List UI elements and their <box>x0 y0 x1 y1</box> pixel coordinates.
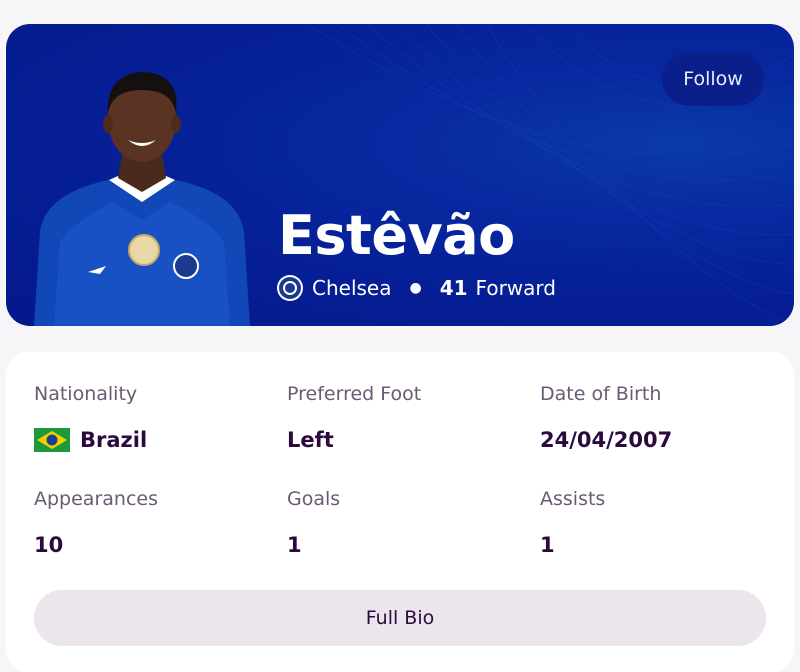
goals-field: Goals 1 <box>287 487 527 559</box>
goals-value: 1 <box>287 533 302 557</box>
preferred-foot-field: Preferred Foot Left <box>287 382 527 454</box>
preferred-foot-value: Left <box>287 428 334 452</box>
date-of-birth-field: Date of Birth 24/04/2007 <box>540 382 780 454</box>
appearances-value: 10 <box>34 533 64 557</box>
preferred-foot-label: Preferred Foot <box>287 383 422 405</box>
club-name: Chelsea <box>312 276 392 300</box>
player-hero: Follow Estêvão Chelsea ● 41 Forward <box>6 24 794 326</box>
player-info-card: Nationality Brazil Preferred Foot Left D… <box>6 352 794 672</box>
date-of-birth-label: Date of Birth <box>540 383 662 405</box>
full-bio-button[interactable]: Full Bio <box>34 590 766 646</box>
nationality-value: Brazil <box>80 428 148 452</box>
appearances-field: Appearances 10 <box>34 487 274 559</box>
player-position: Forward <box>475 276 556 300</box>
assists-value: 1 <box>540 533 555 557</box>
player-meta: Chelsea ● 41 Forward <box>276 274 556 302</box>
assists-field: Assists 1 <box>540 487 780 559</box>
nationality-field: Nationality Brazil <box>34 382 274 454</box>
shirt-number: 41 <box>439 276 468 300</box>
player-photo <box>34 72 250 326</box>
player-name: Estêvão <box>278 204 515 267</box>
appearances-label: Appearances <box>34 488 158 510</box>
brazil-flag-icon <box>34 428 70 452</box>
nationality-label: Nationality <box>34 383 138 405</box>
goals-label: Goals <box>287 488 341 510</box>
meta-separator: ● <box>409 280 422 296</box>
nationality-value-row: Brazil <box>34 426 274 454</box>
assists-label: Assists <box>540 488 606 510</box>
follow-button[interactable]: Follow <box>662 52 764 106</box>
chelsea-badge-icon <box>277 275 303 301</box>
date-of-birth-value: 24/04/2007 <box>540 428 673 452</box>
